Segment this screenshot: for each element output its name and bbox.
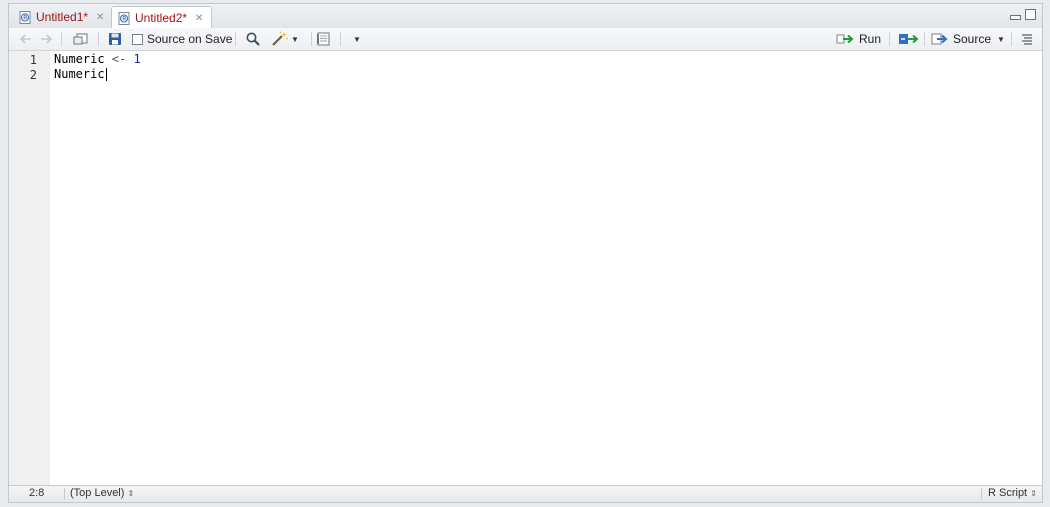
compile-report-button[interactable]: [315, 28, 331, 50]
cursor-position: 2:8: [29, 487, 45, 499]
tab-untitled1[interactable]: R Untitled1* ✕: [13, 6, 109, 28]
tab-strip: R Untitled1* ✕ R Untitled2* ✕: [9, 4, 1042, 29]
code-number: 1: [133, 52, 141, 66]
status-bar: 2:8 (Top Level) ⇕ R Script ⇕: [9, 485, 1042, 502]
notebook-icon: [317, 32, 330, 46]
source-on-save-checkbox[interactable]: [132, 33, 143, 45]
file-type-selector[interactable]: R Script ⇕: [988, 487, 1037, 499]
code-line: Numeric <- 1: [54, 52, 141, 67]
toolbar-separator: [889, 32, 890, 46]
toolbar-separator: [340, 32, 341, 46]
rerun-icon: [899, 34, 919, 44]
line-number: 1: [29, 53, 37, 67]
run-label: Run: [859, 32, 882, 46]
magic-wand-icon: [272, 31, 288, 46]
source-label: Source: [953, 32, 992, 46]
scope-selector[interactable]: (Top Level) ⇕: [70, 487, 134, 499]
toolbar-separator: [1011, 32, 1012, 46]
chevron-down-icon: ▼: [291, 34, 299, 44]
chevron-down-icon: ▼: [353, 34, 361, 44]
updown-icon: ⇕: [1030, 489, 1037, 498]
code-line: Numeric: [54, 67, 107, 82]
close-icon[interactable]: ✕: [96, 12, 104, 23]
window-controls: [1010, 9, 1036, 20]
file-type-label: R Script: [988, 487, 1028, 499]
rerun-button[interactable]: [898, 28, 920, 50]
code-operator: <-: [104, 52, 134, 66]
arrow-right-icon: [41, 34, 53, 44]
scope-label: (Top Level): [70, 487, 125, 499]
magnifier-icon: [246, 32, 260, 46]
status-separator: [981, 488, 982, 500]
source-on-save-toggle[interactable]: Source on Save: [132, 28, 232, 50]
code-identifier: Numeric: [54, 52, 105, 66]
source-button[interactable]: Source: [931, 28, 991, 50]
tab-untitled2[interactable]: R Untitled2* ✕: [111, 6, 212, 29]
close-icon[interactable]: ✕: [195, 13, 203, 24]
line-number: 2: [29, 68, 37, 82]
find-replace-button[interactable]: [245, 28, 261, 50]
run-button[interactable]: Run: [836, 28, 881, 50]
minimize-icon[interactable]: [1010, 15, 1021, 20]
back-button[interactable]: [19, 28, 33, 50]
document-outline-button[interactable]: [1020, 28, 1034, 50]
save-button[interactable]: [108, 28, 122, 50]
line-number-gutter: 1 2: [9, 51, 50, 486]
maximize-icon[interactable]: [1025, 9, 1036, 20]
source-icon: [931, 33, 948, 45]
more-options-dropdown[interactable]: ▼: [353, 28, 361, 50]
floppy-disk-icon: [109, 33, 121, 45]
source-on-save-label: Source on Save: [147, 32, 233, 46]
text-cursor: [105, 68, 107, 81]
popout-icon: [73, 33, 88, 45]
run-arrow-icon: [836, 34, 854, 44]
source-options-dropdown[interactable]: ▼: [997, 28, 1005, 50]
status-separator: [64, 488, 65, 500]
toolbar-separator: [235, 32, 236, 46]
chevron-down-icon: ▼: [997, 34, 1005, 44]
toolbar-separator: [311, 32, 312, 46]
code-identifier: Numeric: [54, 67, 105, 81]
svg-text:R: R: [122, 15, 126, 22]
tab-label: Untitled2*: [135, 11, 188, 25]
updown-icon: ⇕: [127, 489, 135, 498]
forward-button[interactable]: [39, 28, 53, 50]
editor-toolbar: Source on Save ▼ ▼ Run Source ▼: [9, 28, 1042, 51]
editor-pane: R Untitled1* ✕ R Untitled2* ✕ Source on …: [8, 3, 1043, 503]
tab-label: Untitled1*: [36, 10, 89, 24]
toolbar-separator: [924, 32, 925, 46]
arrow-left-icon: [19, 34, 31, 44]
toolbar-separator: [61, 32, 62, 46]
toolbar-separator: [98, 32, 99, 46]
code-tools-button[interactable]: ▼: [271, 28, 299, 50]
r-file-icon: R: [118, 11, 131, 25]
r-file-icon: R: [19, 10, 32, 24]
code-editor[interactable]: Numeric <- 1 Numeric: [54, 51, 1042, 486]
svg-text:R: R: [23, 14, 27, 21]
outline-icon: [1022, 34, 1032, 45]
show-in-new-window-button[interactable]: [73, 28, 89, 50]
